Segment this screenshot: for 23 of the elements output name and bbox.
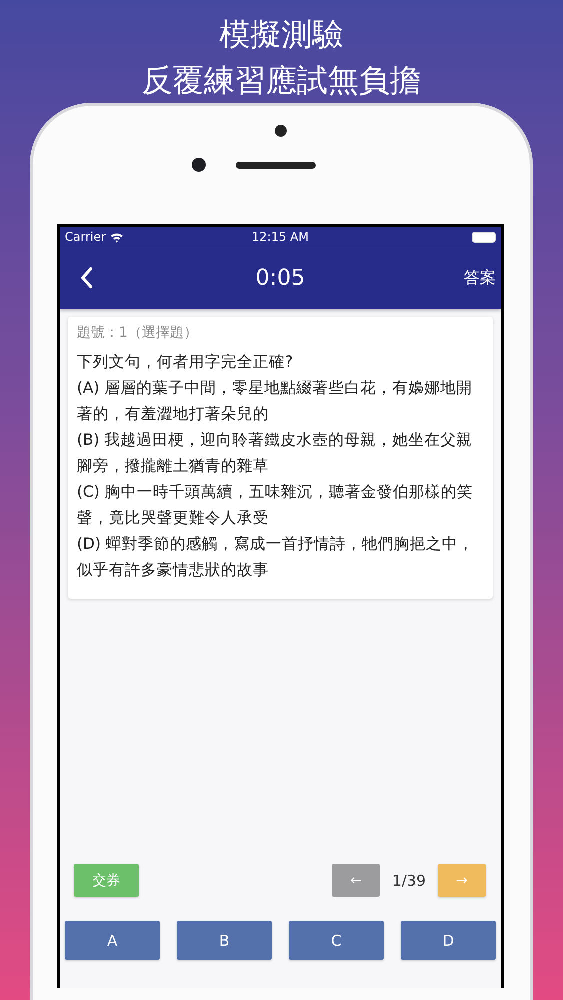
back-icon[interactable] (80, 267, 94, 289)
answer-button[interactable]: A (65, 921, 160, 960)
option-text: (B) 我越過田梗，迎向聆著鐵皮水壺的母親，她坐在父親腳旁，撥攏離土猶青的雜草 (77, 430, 474, 477)
option-text: (A) 層層的葉子中間，零星地點綴著些白花，有嬝娜地開著的，有羞澀地打著朵兒的 (77, 378, 474, 425)
headline: 反覆練習應試無負擔 (142, 62, 421, 101)
sensor-icon (275, 125, 287, 137)
camera-icon (192, 158, 206, 172)
answer-button[interactable]: C (289, 921, 384, 960)
wifi-icon (110, 232, 124, 242)
earpiece-icon (236, 162, 316, 168)
battery-icon (472, 232, 496, 242)
answer-button[interactable]: B (177, 921, 272, 960)
status-time: 12:15 AM (252, 230, 309, 244)
answer-link[interactable]: 答案 (464, 268, 496, 288)
headline: 模擬測驗 (220, 16, 344, 55)
question-text: 下列文句，何者用字完全正確? (77, 352, 294, 373)
option-text: (C) 胸中一時千頭萬續，五味雜沉，聽著金發伯那樣的笑聲，竟比哭聲更難令人承受 (77, 482, 474, 529)
answer-button[interactable]: D (401, 921, 496, 960)
timer: 0:05 (256, 266, 306, 290)
page-counter: 1/39 (392, 872, 426, 890)
question-number: 題號：1（選擇題） (77, 324, 199, 343)
carrier-label: Carrier (65, 230, 106, 244)
option-text: (D) 蟬對季節的感觸，寫成一首抒情詩，牠們胸挹之中，似乎有許多豪情悲狀的故事 (77, 534, 475, 581)
